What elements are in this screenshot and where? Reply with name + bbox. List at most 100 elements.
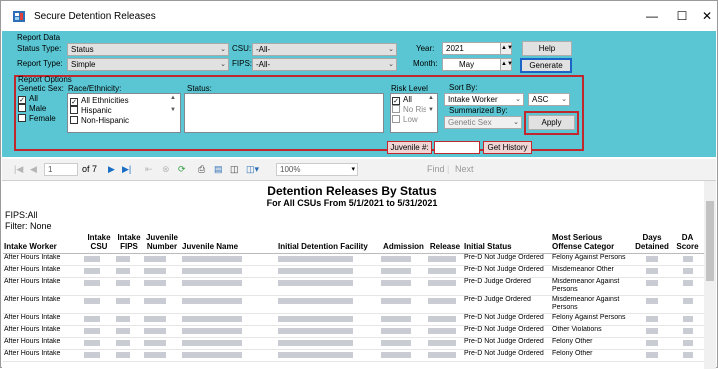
- table-row[interactable]: After Hours Intake Pre-D Judge Ordered Mis…: [3, 277, 704, 296]
- fips-select[interactable]: -All- ⌄: [252, 58, 397, 71]
- report-scrollbar[interactable]: [704, 181, 716, 369]
- redacted-cell: [181, 349, 277, 362]
- redacted-cell: [143, 337, 181, 350]
- table-row[interactable]: After Hours Intake Pre-D Not Judge Ordere…: [3, 265, 704, 278]
- redacted-cell: [143, 265, 181, 278]
- redaction-mark: [182, 268, 242, 274]
- table-row[interactable]: After Hours Intake Pre-D Not Judge Ordere…: [3, 349, 704, 362]
- export-icon[interactable]: ◫▾: [246, 164, 259, 175]
- stop-icon[interactable]: ⊗: [162, 164, 170, 175]
- redacted-cell: [277, 253, 380, 266]
- back-icon[interactable]: ⇤: [145, 164, 153, 175]
- cell-offense: Felony Other: [551, 349, 633, 362]
- checkmark-icon[interactable]: ✓: [70, 98, 78, 106]
- column-header: DA Score: [671, 233, 704, 254]
- cell-offense: Felony Against Persons: [551, 253, 633, 266]
- redacted-cell: [380, 325, 427, 338]
- race-checkbox-all-ethnicities[interactable]: ✓ All Ethnicities: [70, 96, 129, 106]
- redaction-mark: [278, 316, 353, 322]
- risk-checkbox-low[interactable]: Low: [392, 115, 418, 125]
- status-list[interactable]: [184, 93, 384, 133]
- last-page-icon[interactable]: ▶|: [122, 164, 131, 175]
- maximize-button[interactable]: ☐: [670, 8, 694, 24]
- page-number-input[interactable]: 1: [44, 163, 78, 176]
- redacted-cell: [427, 325, 463, 338]
- redacted-cell: [115, 277, 143, 296]
- refresh-icon[interactable]: ⟳: [178, 164, 186, 175]
- cell-initial-status: Pre-D Not Judge Ordered: [463, 349, 551, 362]
- report-type-select[interactable]: Simple ⌄: [67, 58, 229, 71]
- print-icon[interactable]: ⎙: [198, 164, 205, 175]
- status-type-select[interactable]: Status ⌄: [67, 43, 229, 56]
- close-button[interactable]: ✕: [695, 8, 718, 24]
- redacted-cell: [277, 349, 380, 362]
- cell-offense: Felony Against Persons: [551, 313, 633, 326]
- find-link[interactable]: Find: [427, 164, 445, 174]
- page-setup-icon[interactable]: ◫: [230, 164, 239, 175]
- redacted-cell: [633, 325, 671, 338]
- cell-offense: Misdemeanor Against Persons: [551, 277, 633, 296]
- race-list-scrollbar[interactable]: ▲ ▼: [168, 95, 178, 131]
- redaction-mark: [116, 352, 130, 358]
- checkbox-icon[interactable]: [392, 105, 400, 113]
- redacted-cell: [83, 253, 115, 266]
- report-options-label: Report Options: [18, 75, 72, 84]
- race-checkbox-hispanic[interactable]: Hispanic: [70, 106, 112, 116]
- print-layout-icon[interactable]: ▤: [214, 164, 223, 175]
- genetic-sex-checkbox-female[interactable]: Female: [18, 114, 56, 124]
- year-spinner[interactable]: 2021 ▲▼: [442, 42, 513, 55]
- checkmark-icon[interactable]: ✓: [392, 97, 400, 105]
- redacted-cell: [83, 295, 115, 314]
- redacted-cell: [143, 325, 181, 338]
- redacted-cell: [143, 295, 181, 314]
- redacted-cell: [427, 253, 463, 266]
- redaction-mark: [116, 328, 130, 334]
- previous-page-icon[interactable]: ◀: [30, 164, 37, 175]
- csu-select[interactable]: -All- ⌄: [252, 43, 397, 56]
- table-row[interactable]: After Hours Intake Pre-D Not Judge Ordere…: [3, 337, 704, 350]
- month-spinner[interactable]: May ▲▼: [442, 58, 513, 71]
- help-button[interactable]: Help: [522, 41, 572, 56]
- sort-direction-select[interactable]: ASC ⌄: [528, 93, 570, 106]
- table-row[interactable]: After Hours Intake Pre-D Judge Ordered Mis…: [3, 295, 704, 314]
- checkbox-icon[interactable]: [70, 106, 78, 114]
- genetic-sex-checkbox-all[interactable]: ✓ All: [18, 94, 38, 104]
- juvenile-number-input[interactable]: [434, 141, 480, 154]
- column-header: Release: [427, 233, 463, 254]
- zoom-select[interactable]: 100% ▾: [276, 163, 358, 176]
- race-option-label: Hispanic: [81, 106, 112, 115]
- scrollbar-thumb[interactable]: [706, 201, 714, 281]
- find-next-link[interactable]: Next: [455, 164, 474, 174]
- redaction-mark: [116, 298, 130, 304]
- spinner-icon[interactable]: ▲▼: [500, 43, 513, 54]
- sort-by-select[interactable]: Intake Worker ⌄: [444, 93, 524, 106]
- table-row[interactable]: After Hours Intake Pre-D Not Judge Ordere…: [3, 313, 704, 326]
- next-page-icon[interactable]: ▶: [108, 164, 115, 175]
- apply-button[interactable]: Apply: [528, 115, 575, 130]
- risk-list-scrollbar[interactable]: ▲ ▼: [426, 95, 436, 131]
- summarized-by-select[interactable]: Genetic Sex ⌄: [444, 116, 522, 129]
- risk-checkbox-all[interactable]: ✓ All: [392, 95, 412, 105]
- first-page-icon[interactable]: |◀: [14, 164, 23, 175]
- checkbox-icon[interactable]: [18, 104, 26, 112]
- checkmark-icon[interactable]: ✓: [18, 96, 26, 104]
- risk-option-label: Low: [403, 115, 418, 124]
- redaction-mark: [682, 352, 693, 358]
- race-checkbox-non-hispanic[interactable]: Non-Hispanic: [70, 116, 129, 126]
- generate-button[interactable]: Generate: [520, 58, 572, 73]
- table-row[interactable]: After Hours Intake Pre-D Not Judge Ordere…: [3, 253, 704, 266]
- redacted-cell: [115, 349, 143, 362]
- column-header: Intake Worker: [3, 233, 83, 254]
- minimize-button[interactable]: —: [640, 8, 664, 24]
- get-history-button[interactable]: Get History: [483, 141, 532, 154]
- checkbox-icon[interactable]: [392, 115, 400, 123]
- redacted-cell: [181, 313, 277, 326]
- redacted-cell: [633, 295, 671, 314]
- checkbox-icon[interactable]: [18, 114, 26, 122]
- redacted-cell: [427, 265, 463, 278]
- table-row[interactable]: After Hours Intake Pre-D Not Judge Ordere…: [3, 325, 704, 338]
- redaction-mark: [182, 280, 242, 286]
- checkbox-icon[interactable]: [70, 116, 78, 124]
- spinner-icon[interactable]: ▲▼: [500, 59, 513, 70]
- genetic-sex-checkbox-male[interactable]: Male: [18, 104, 46, 114]
